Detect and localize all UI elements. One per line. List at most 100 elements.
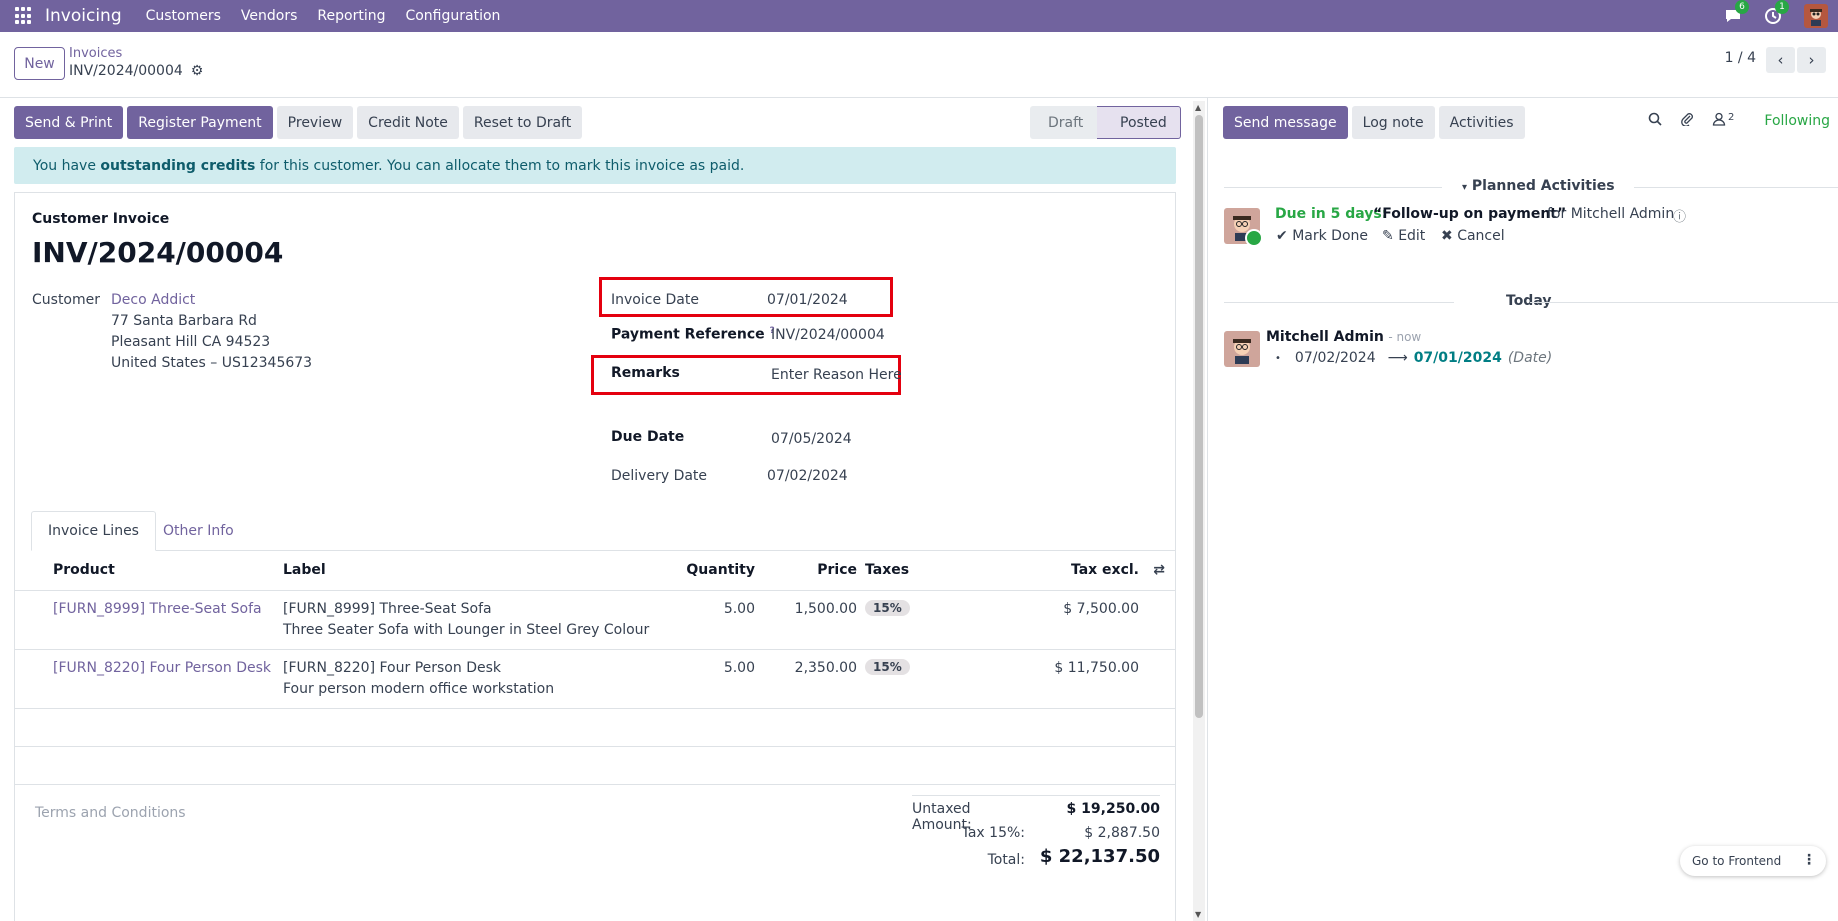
tracking-change: • 07/02/2024 ⟶ 07/01/2024 (Date) [1275,350,1552,366]
messages-badge: 6 [1735,0,1749,14]
pager-previous-button[interactable]: ‹ [1766,47,1795,73]
column-quantity[interactable]: Quantity [686,562,755,578]
activities-button[interactable]: 1 [1764,0,1789,25]
menu-customers[interactable]: Customers [146,8,221,24]
menu-reporting[interactable]: Reporting [317,8,385,24]
total-label: Total: [987,852,1025,868]
remarks-label: Remarks [611,365,680,381]
payment-reference-label-text: Payment Reference [611,326,765,343]
untaxed-row: Untaxed Amount: $ 19,250.00 [912,796,1160,833]
new-button[interactable]: New [14,47,65,80]
table-row[interactable]: [FURN_8999] Three-Seat Sofa [FURN_8999] … [15,591,1175,650]
empty-row [15,747,1175,785]
invoice-date-field[interactable]: 07/01/2024 [767,292,848,308]
tab-other-info[interactable]: Other Info [147,511,250,551]
column-label[interactable]: Label [283,562,326,578]
log-note-button[interactable]: Log note [1351,106,1435,139]
scroll-thumb[interactable] [1195,115,1203,718]
go-to-frontend-label: Go to Frontend [1692,854,1782,868]
pager-next-button[interactable]: › [1797,47,1826,73]
go-to-frontend-button[interactable]: Go to Frontend ⋮ [1680,846,1826,876]
search-icon[interactable] [1648,112,1662,126]
cancel-link[interactable]: ✖ Cancel [1441,228,1505,244]
paperclip-icon[interactable] [1680,112,1694,126]
arrow-right-icon: ⟶ [1387,350,1408,366]
status-posted[interactable]: Posted [1096,106,1181,139]
edit-link[interactable]: ✎ Edit [1382,228,1425,244]
invoice-date-label: Invoice Date [611,292,699,308]
pager-value[interactable]: 1 / 4 [1725,50,1756,66]
send-print-button[interactable]: Send & Print [14,106,124,139]
chatter-buttons: Send message Log note Activities [1223,106,1525,139]
remarks-field[interactable]: Enter Reason Here [771,367,902,383]
register-payment-button[interactable]: Register Payment [127,106,273,139]
tab-invoice-lines[interactable]: Invoice Lines [31,511,156,551]
line-label-title: [FURN_8220] Four Person Desk [283,660,501,676]
tax-value: $ 2,887.50 [1084,825,1160,841]
credit-note-button[interactable]: Credit Note [357,106,459,139]
table-row[interactable]: [FURN_8220] Four Person Desk [FURN_8220]… [15,650,1175,709]
form-tabs: Invoice Lines Other Info [31,511,1175,551]
planned-activities-toggle[interactable]: ▾ Planned Activities [1462,178,1615,194]
mark-done-link[interactable]: ✔ Mark Done [1276,228,1368,244]
line-quantity: 5.00 [723,601,755,617]
message-author[interactable]: Mitchell Admin [1266,329,1384,345]
line-tax-badge: 15% [865,600,910,616]
column-taxes[interactable]: Taxes [865,562,909,578]
scroll-up-icon[interactable]: ▲ [1195,103,1201,112]
send-message-button[interactable]: Send message [1223,106,1348,139]
invoice-form-sheet: Customer Invoice INV/2024/00004 Customer… [14,192,1176,921]
customer-name-link[interactable]: Deco Addict [111,292,195,308]
kebab-menu-icon[interactable]: ⋮ [1802,852,1816,868]
payment-reference-field[interactable]: INV/2024/00004 [771,327,885,343]
due-date-field[interactable]: 07/05/2024 [771,431,852,447]
chevron-right-icon: › [1808,51,1815,69]
activities-button[interactable]: Activities [1438,106,1525,139]
line-product[interactable]: [FURN_8220] Four Person Desk [53,660,271,676]
total-row: Total: $ 22,137.50 [912,844,1160,874]
user-avatar-icon [1810,9,1822,26]
pencil-icon: ✎ [1382,228,1394,244]
scroll-down-icon[interactable]: ▼ [1195,910,1201,919]
status-draft[interactable]: Draft [1030,106,1097,139]
breadcrumb-invoices[interactable]: Invoices [69,46,122,61]
line-label-description: Three Seater Sofa with Lounger in Steel … [283,622,650,638]
column-product[interactable]: Product [53,562,115,578]
menu-vendors[interactable]: Vendors [241,8,297,24]
line-subtotal: $ 7,500.00 [1063,601,1139,617]
action-bar: Send & Print Register Payment Preview Cr… [14,106,583,139]
menu-configuration[interactable]: Configuration [405,8,500,24]
line-price: 1,500.00 [794,601,857,617]
line-label-title: [FURN_8999] Three-Seat Sofa [283,601,492,617]
document-type: Customer Invoice [32,211,170,227]
user-avatar[interactable] [1804,4,1828,28]
message-avatar[interactable] [1224,331,1260,367]
user-icon [1712,112,1726,126]
line-product[interactable]: [FURN_8999] Three-Seat Sofa [53,601,262,617]
delivery-date-field[interactable]: 07/02/2024 [767,468,848,484]
messages-button[interactable]: 6 [1724,0,1749,25]
apps-menu-icon[interactable] [15,7,33,25]
optional-columns-icon[interactable]: ⇄ [1153,562,1165,578]
activities-badge: 1 [1775,0,1789,14]
alert-outstanding-credits[interactable]: outstanding credits [100,158,255,174]
info-icon[interactable]: ⓘ [1673,206,1686,225]
tracking-field-name: (Date) [1507,350,1553,366]
column-tax-excl[interactable]: Tax excl. [1071,562,1139,578]
followers-button[interactable]: 2 [1712,112,1734,126]
app-brand[interactable]: Invoicing [45,6,122,26]
reset-to-draft-button[interactable]: Reset to Draft [462,106,583,139]
chatter-icons: 2 [1648,112,1734,126]
invoice-number: INV/2024/00004 [32,236,284,269]
preview-button[interactable]: Preview [276,106,354,139]
line-tax-badge: 15% [865,659,910,675]
following-button[interactable]: Following [1764,113,1830,129]
terms-and-conditions-field[interactable]: Terms and Conditions [35,805,186,821]
alert-suffix: for this customer. You can allocate them… [255,157,745,174]
form-scrollbar[interactable]: ▲ ▼ [1193,101,1205,921]
delivery-date-label: Delivery Date [611,468,708,484]
line-label-description: Four person modern office workstation [283,681,555,697]
gear-icon[interactable]: ⚙ [191,63,204,79]
column-price[interactable]: Price [817,562,857,578]
caret-down-icon: ▾ [1462,182,1468,193]
